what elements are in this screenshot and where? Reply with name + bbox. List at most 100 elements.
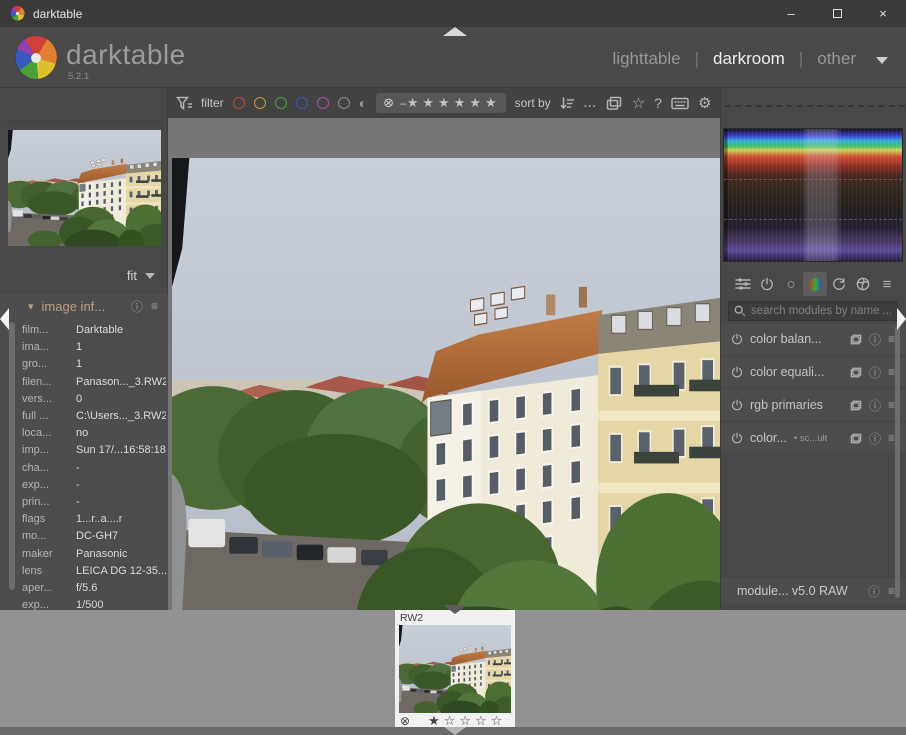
filter-criteria-ellipsis[interactable]: ... [584,96,597,110]
color-label-yellow-icon[interactable] [254,97,266,109]
star-icon[interactable]: ★ [469,95,483,111]
view-other[interactable]: other [817,49,856,69]
window-titlebar[interactable]: darktable – × [0,0,906,27]
star-icon[interactable]: ★ [485,95,499,111]
color-label-blue-icon[interactable] [296,97,308,109]
collapse-top-panel-arrow[interactable] [443,27,467,36]
table-row: imp...Sun 17/...16:58:18 [22,442,166,459]
hamburger-icon[interactable]: ≡ [151,299,158,313]
presets-menu-icon[interactable]: ≡ [888,332,895,346]
maximize-button[interactable] [814,0,860,27]
module-color-equalizer[interactable]: color equali... ⓘ ≡ [721,357,906,387]
collapse-right-panel-arrow[interactable] [897,308,906,330]
color-label-green-icon[interactable] [275,97,287,109]
power-icon[interactable] [731,333,743,345]
view-separator: | [695,49,699,69]
power-icon[interactable] [731,366,743,378]
presets-menu-icon[interactable]: ≡ [888,398,895,412]
color-label-red-icon[interactable] [233,97,245,109]
info-icon[interactable]: ⓘ [869,364,881,381]
duplicate-icon[interactable] [850,367,862,378]
presets-menu-icon[interactable]: ≡ [888,584,895,598]
keyboard-shortcuts-icon[interactable] [671,97,689,110]
collapse-left-panel-arrow[interactable] [0,308,9,330]
table-row: ima...1 [22,339,166,356]
module-order-row[interactable]: module... v5.0 RAW ⓘ ≡ [721,578,906,604]
power-icon[interactable] [731,399,743,411]
module-color-balance[interactable]: color balan... ⓘ ≡ [721,324,906,354]
module-name: rgb primaries [750,398,823,412]
module-preset-label: • sc...ult [794,433,827,444]
module-color-calibration[interactable]: color... • sc...ult ⓘ ≡ [721,423,906,453]
duplicate-icon[interactable] [850,433,862,444]
chevron-down-icon [145,273,155,279]
star-icon[interactable]: ★ [407,95,421,111]
duplicate-icon[interactable] [850,400,862,411]
star-icon[interactable]: ★ [422,95,436,111]
color-label-toggle-icon[interactable]: ◐ [359,96,367,110]
view-separator: | [799,49,803,69]
info-icon[interactable]: ⓘ [869,430,881,447]
preferences-gear-icon[interactable]: ⚙ [698,94,711,112]
image-information-header[interactable]: ▾ image inf... ⓘ ≡ [0,294,168,318]
view-lighttable[interactable]: lighttable [613,49,681,69]
help-icon[interactable]: ? [654,95,662,111]
main-image[interactable] [172,158,724,680]
module-search[interactable] [728,301,898,321]
duplicate-icon[interactable] [850,334,862,345]
info-icon[interactable]: ⓘ [868,583,880,600]
culling-stack-icon[interactable] [606,96,623,111]
color-label-purple-icon[interactable] [317,97,329,109]
color-label-gray-icon[interactable] [338,97,350,109]
collapse-filmstrip-arrow[interactable] [443,605,467,614]
table-row: exp...- [22,477,166,494]
star-icon[interactable]: ★ [454,95,468,111]
effects-group-icon[interactable] [851,272,875,296]
filmstrip-thumbnail[interactable]: RW2 ⊗ ★ ☆ ☆ ☆ ☆ [395,610,515,727]
waveform-scope[interactable] [723,128,903,262]
search-input[interactable] [751,305,891,317]
close-icon: × [879,6,887,21]
filmstrip: RW2 ⊗ ★ ☆ ☆ ☆ ☆ [0,610,906,727]
view-switcher: lighttable | darkroom | other [613,49,856,69]
reject-icon[interactable]: ⊗ [400,714,410,728]
sort-order-icon[interactable] [560,96,575,111]
filter-funnel-icon[interactable] [176,96,192,111]
presets-menu-icon[interactable]: ≡ [888,431,895,445]
module-name: color equali... [750,365,824,379]
close-button[interactable]: × [860,0,906,27]
zoom-mode-dropdown[interactable]: fit [127,268,155,283]
power-icon-on[interactable] [731,432,743,444]
info-icon[interactable]: ⓘ [869,331,881,348]
collapse-bottom-panel-arrow[interactable] [444,727,466,735]
views-chevron-down-icon[interactable] [876,57,888,64]
thumbnail-image[interactable] [399,625,511,713]
info-icon[interactable]: ⓘ [869,397,881,414]
star-overlay-toggle-icon[interactable]: ☆ [632,94,645,112]
table-row: film...Darktable [22,322,166,339]
left-panel-scrollbar[interactable] [9,322,15,590]
search-icon [734,305,746,317]
right-panel-scrollbar[interactable] [895,326,900,598]
presets-menu-icon[interactable]: ≡ [888,365,895,379]
correct-group-icon[interactable] [827,272,851,296]
power-group-icon[interactable] [755,272,779,296]
reject-icon[interactable]: ⊗ [383,95,394,111]
file-extension-badge: RW2 [400,612,423,624]
star-icon[interactable]: ★ [438,95,452,111]
scope-drop-zone-divider [725,105,905,107]
navigation-thumbnail[interactable] [8,130,161,246]
basic-group-icon[interactable]: ○ [779,272,803,296]
view-darkroom[interactable]: darkroom [713,49,785,69]
filter-toolbar: filter ◐ ⊗ – ★ ★ ★ ★ ★ ★ sort by ... ☆ ? [168,88,720,118]
minimize-icon: – [787,6,794,21]
table-row: filen...Panason..._3.RW2 [22,374,166,391]
active-modules-group-icon[interactable] [731,272,755,296]
info-icon[interactable]: ⓘ [131,298,143,315]
module-name: color... [750,431,787,445]
minimize-button[interactable]: – [768,0,814,27]
module-groups-menu-icon[interactable]: ≡ [875,272,899,296]
module-rgb-primaries[interactable]: rgb primaries ⓘ ≡ [721,390,906,420]
rating-filter[interactable]: ⊗ – ★ ★ ★ ★ ★ ★ [376,93,506,113]
color-group-icon[interactable] [803,272,827,296]
